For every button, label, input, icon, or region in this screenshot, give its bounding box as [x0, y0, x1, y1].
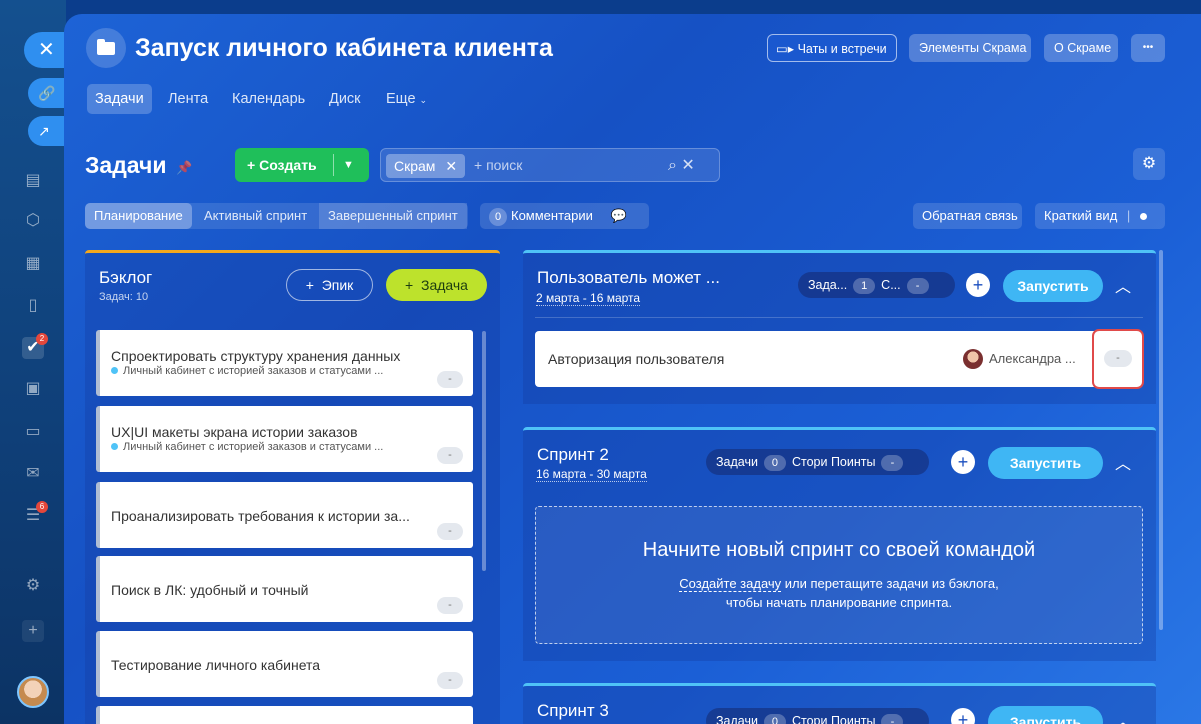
backlog-column: Бэклог Задач: 10 + Эпик + Задача Спроект…	[85, 250, 500, 724]
backlog-card[interactable]	[96, 706, 473, 724]
gear-icon[interactable]: ⚙	[1133, 148, 1165, 180]
backlog-card[interactable]: Проанализировать требования к истории за…	[96, 482, 473, 548]
create-button[interactable]: + Создать ▼	[235, 148, 369, 182]
filter-chip[interactable]: Скрам ✕	[386, 154, 466, 178]
epic-dot	[111, 443, 118, 450]
tasks-badge: 2	[36, 333, 48, 345]
feedback-button[interactable]: Обратная связь	[913, 203, 1022, 229]
folder-icon	[86, 28, 126, 68]
more-button[interactable]: •••	[1131, 34, 1165, 62]
chevron-up-icon[interactable]: ︿	[1115, 450, 1131, 474]
page-title: Запуск личного кабинета клиента	[135, 34, 553, 62]
story-points[interactable]: -	[437, 523, 463, 540]
sprint-title[interactable]: Спринт 3	[537, 701, 609, 721]
view-completed-sprint[interactable]: Завершенный спринт	[319, 203, 467, 229]
epic-dot	[111, 367, 118, 374]
chats-meetings-button[interactable]: ▭▸ Чаты и встречи	[767, 34, 897, 62]
backlog-scrollbar[interactable]	[482, 331, 486, 571]
story-points[interactable]: -	[437, 447, 463, 464]
crm-icon[interactable]: ▣	[22, 378, 44, 400]
sprint-stats: Задачи 0 Стори Поинты -	[706, 449, 929, 475]
sprint-card: Пользователь может ... 2 марта - 16 март…	[523, 250, 1156, 404]
pin-icon[interactable]: 📌	[176, 160, 192, 176]
search-icon[interactable]: ⌕ ✕	[668, 155, 695, 175]
story-points-highlight: -	[1092, 329, 1144, 389]
tab-feed[interactable]: Лента	[160, 84, 216, 114]
tab-disk[interactable]: Диск	[321, 84, 369, 114]
open-external-icon[interactable]: ↗	[28, 116, 66, 146]
sprint-empty-state: Начните новый спринт со своей командой С…	[535, 506, 1143, 644]
document-icon[interactable]: ▤	[22, 170, 44, 192]
chevron-up-icon[interactable]: ︿	[1115, 708, 1131, 724]
sprint-stats: Зада... 1 С... -	[798, 272, 955, 298]
video-icon: ▭▸	[776, 42, 798, 56]
user-avatar[interactable]	[17, 676, 49, 708]
chevron-up-icon[interactable]: ︿	[1115, 273, 1131, 297]
backlog-count: Задач: 10	[99, 291, 149, 303]
sprint-dates[interactable]: 16 марта - 30 марта	[536, 467, 647, 482]
backlog-card[interactable]: Спроектировать структуру хранения данных…	[96, 330, 473, 396]
chevron-down-icon[interactable]: ▼	[343, 148, 354, 182]
section-title: Задачи	[85, 152, 167, 178]
compact-view-toggle[interactable]: Краткий вид |	[1035, 203, 1165, 229]
sprints-scrollbar[interactable]	[1159, 250, 1163, 630]
backlog-title: Бэклог	[99, 268, 153, 287]
sprint-card: Спринт 3 Задачи 0 Стори Поинты - + Запустит…	[523, 683, 1156, 724]
add-epic-button[interactable]: + Эпик	[286, 269, 373, 301]
sprint-stats: Задачи 0 Стори Поинты -	[706, 708, 929, 724]
sprint-task-row[interactable]: Авторизация пользователя Александра ... …	[535, 329, 1144, 389]
start-sprint-button[interactable]: Запустить	[1003, 270, 1103, 302]
close-icon[interactable]: ✕	[24, 32, 66, 68]
story-points[interactable]: -	[437, 597, 463, 614]
add-task-icon[interactable]: +	[951, 708, 975, 724]
assignee-name: Александра ...	[989, 351, 1076, 366]
search-field[interactable]: Скрам ✕ + поиск ⌕ ✕	[380, 148, 720, 182]
add-task-button[interactable]: + Задача	[386, 269, 487, 301]
sprint-card: Спринт 2 16 марта - 30 марта Задачи 0 Стор…	[523, 427, 1156, 661]
add-task-icon[interactable]: +	[951, 450, 975, 474]
start-sprint-button[interactable]: Запустить	[988, 447, 1103, 479]
tab-more[interactable]: Еще ⌄	[378, 84, 435, 114]
settings-icon[interactable]: ⚙	[22, 575, 44, 597]
view-switcher: Планирование Активный спринт Завершенный…	[85, 203, 468, 229]
assignee-avatar	[963, 349, 983, 369]
chevron-down-icon: ⌄	[419, 95, 428, 105]
start-sprint-button[interactable]: Запустить	[988, 706, 1103, 724]
view-planning[interactable]: Планирование	[85, 203, 192, 229]
calendar-icon[interactable]: ▦	[22, 253, 44, 275]
toggle-knob	[1139, 213, 1147, 220]
sprint-title[interactable]: Спринт 2	[537, 445, 609, 465]
story-points[interactable]: -	[437, 371, 463, 388]
scrum-elements-button[interactable]: Элементы Скрама	[909, 34, 1031, 62]
story-points[interactable]: -	[437, 672, 463, 689]
add-icon[interactable]: +	[22, 620, 44, 642]
backlog-card[interactable]: Поиск в ЛК: удобный и точный -	[96, 556, 473, 622]
sprint-dates[interactable]: 2 марта - 16 марта	[536, 291, 641, 306]
create-task-link[interactable]: Создайте задачу	[679, 576, 782, 592]
chip-close-icon[interactable]: ✕	[445, 158, 457, 174]
feed-badge: 6	[36, 501, 48, 513]
left-rail: ✕ 🔗 ↗ ▤ ⬡ ▦ ▯ ✔ 2 ▣ ▭ ✉ ☰ 6 ⚙ +	[0, 0, 66, 724]
tab-calendar[interactable]: Календарь	[224, 84, 313, 114]
sprint-title[interactable]: Пользователь может ...	[537, 268, 720, 288]
empty-title: Начните новый спринт со своей командой	[642, 539, 1036, 561]
mail-icon[interactable]: ✉	[22, 463, 44, 485]
chat-icon: 💬	[610, 208, 627, 223]
hexagon-icon[interactable]: ⬡	[22, 210, 44, 232]
add-task-icon[interactable]: +	[966, 273, 990, 297]
about-scrum-button[interactable]: О Скраме	[1044, 34, 1118, 62]
view-active-sprint[interactable]: Активный спринт	[195, 203, 316, 229]
search-input[interactable]: + поиск	[474, 149, 522, 181]
link-icon[interactable]: 🔗	[28, 78, 66, 108]
story-points[interactable]: -	[1104, 350, 1132, 367]
comments-button[interactable]: 0 Комментарии 💬	[480, 203, 649, 229]
file-icon[interactable]: ▯	[22, 295, 44, 317]
inbox-icon[interactable]: ▭	[22, 421, 44, 443]
project-panel: Запуск личного кабинета клиента ▭▸ Чаты …	[64, 14, 1201, 724]
tab-tasks[interactable]: Задачи	[87, 84, 152, 114]
backlog-card[interactable]: UX|UI макеты экрана истории заказов Личн…	[96, 406, 473, 472]
backlog-card[interactable]: Тестирование личного кабинета -	[96, 631, 473, 697]
